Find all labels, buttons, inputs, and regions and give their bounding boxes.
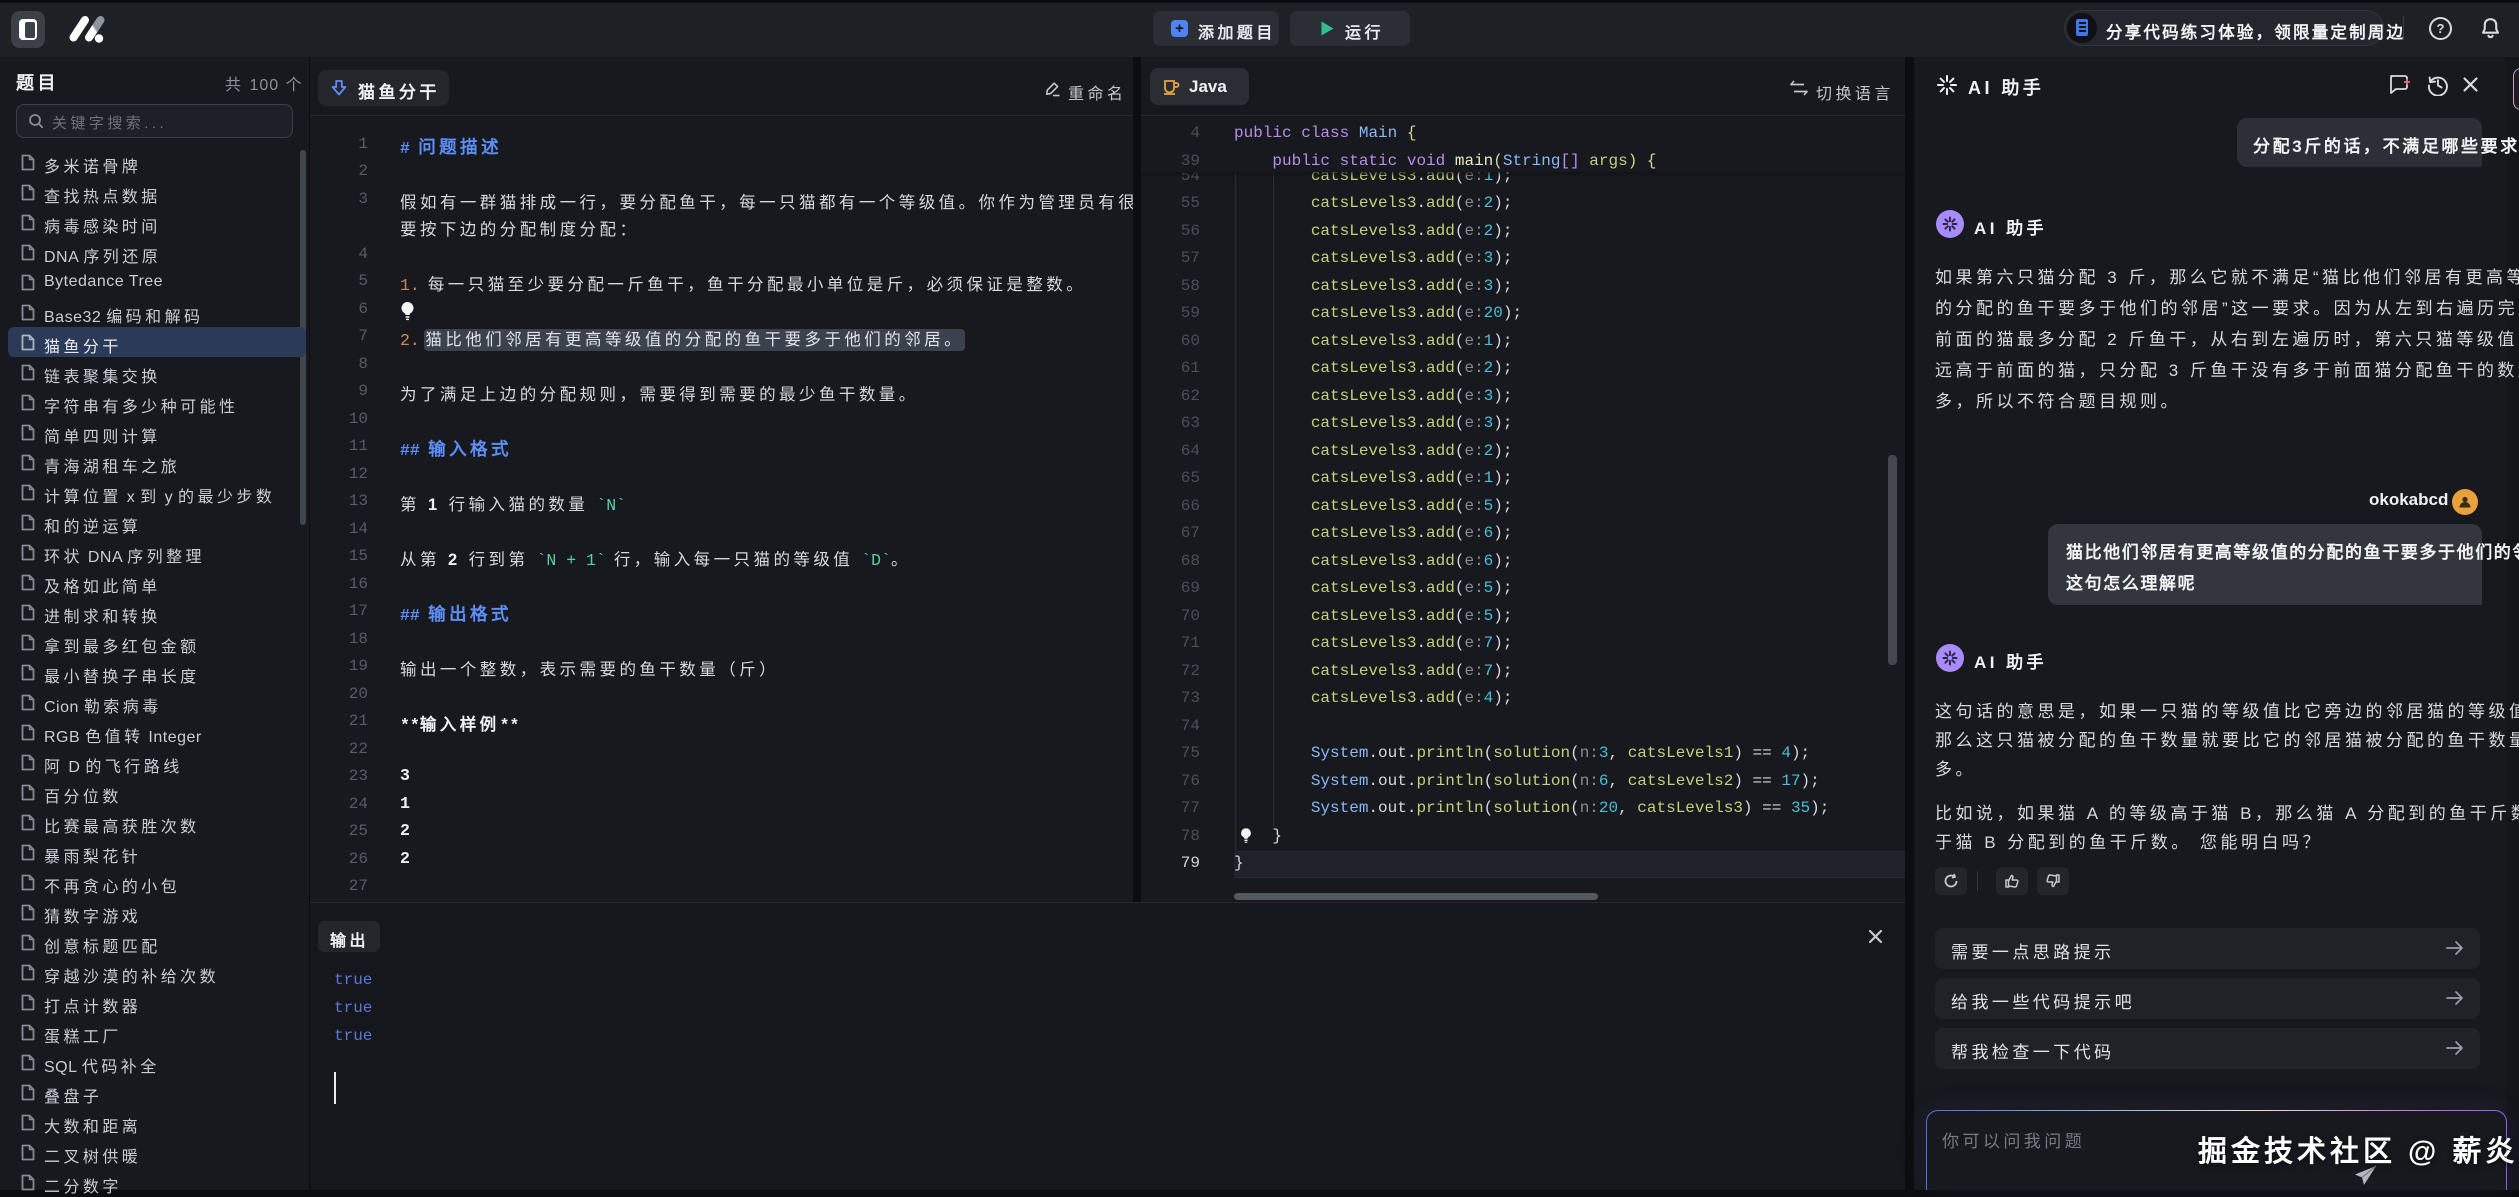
svg-text:?: ? — [2437, 21, 2445, 36]
